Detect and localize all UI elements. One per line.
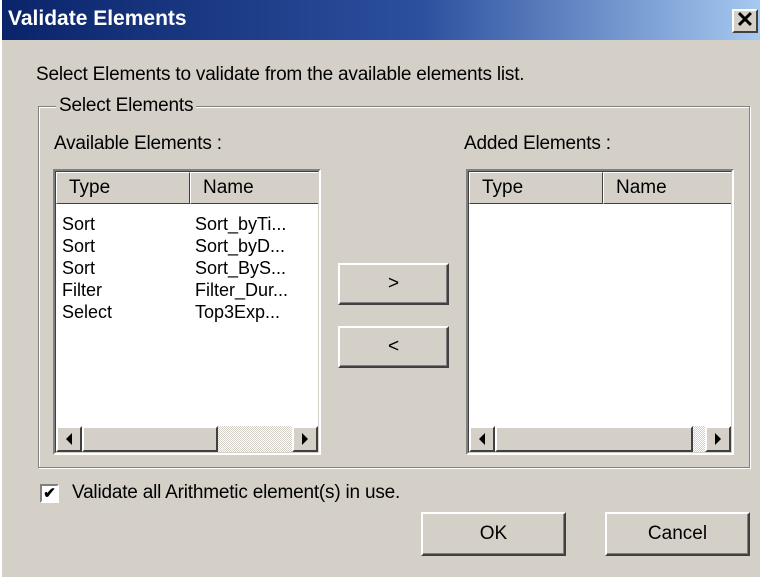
horizontal-scrollbar[interactable] — [469, 426, 731, 452]
column-header-name[interactable]: Name — [603, 172, 731, 204]
scroll-right-button[interactable] — [292, 426, 318, 452]
added-elements-list[interactable]: Type Name — [466, 169, 734, 455]
add-element-button[interactable]: > — [338, 263, 449, 305]
item-type: Sort — [62, 214, 96, 234]
item-type: Filter — [62, 280, 102, 300]
item-name: Sort_ByS... — [195, 258, 287, 278]
item-type: Select — [62, 302, 113, 322]
close-button[interactable]: ✕ — [732, 9, 758, 33]
available-elements-list[interactable]: Type Name Sort Sort_byTi... Sort Sort_by… — [53, 169, 321, 455]
left-arrow-icon — [479, 433, 485, 445]
scroll-thumb[interactable] — [82, 426, 218, 452]
item-type: Sort — [62, 258, 96, 278]
left-arrow-icon — [66, 433, 72, 445]
item-name: Sort_byTi... — [195, 214, 287, 234]
cancel-button[interactable]: Cancel — [605, 512, 750, 556]
ok-button[interactable]: OK — [421, 512, 566, 556]
column-header-type[interactable]: Type — [469, 172, 603, 204]
list-header: Type Name — [56, 172, 318, 204]
scroll-left-button[interactable] — [469, 426, 495, 452]
title-bar[interactable]: Validate Elements ✕ — [2, 0, 760, 40]
checkmark-icon: ✔ — [43, 485, 56, 502]
added-elements-label: Added Elements : — [464, 133, 611, 154]
column-header-type[interactable]: Type — [56, 172, 190, 204]
validate-arithmetic-label[interactable]: Validate all Arithmetic element(s) in us… — [72, 482, 400, 504]
column-header-name[interactable]: Name — [190, 172, 318, 204]
available-elements-label: Available Elements : — [54, 133, 222, 154]
item-name: Top3Exp... — [195, 302, 281, 322]
scroll-thumb[interactable] — [495, 426, 693, 452]
group-label: Select Elements — [56, 95, 197, 117]
right-arrow-icon — [715, 433, 721, 445]
item-type: Sort — [62, 236, 96, 256]
close-icon: ✕ — [735, 7, 755, 32]
horizontal-scrollbar[interactable] — [56, 426, 318, 452]
scroll-left-button[interactable] — [56, 426, 82, 452]
scroll-right-button[interactable] — [705, 426, 731, 452]
item-name: Sort_byD... — [195, 236, 286, 256]
list-header: Type Name — [469, 172, 731, 204]
right-arrow-icon — [302, 433, 308, 445]
instructions-text: Select Elements to validate from the ava… — [36, 64, 525, 85]
item-name: Filter_Dur... — [195, 280, 289, 300]
validate-elements-dialog: Validate Elements ✕ Select Elements to v… — [0, 0, 760, 577]
window-title: Validate Elements — [8, 7, 187, 30]
validate-arithmetic-checkbox[interactable]: ✔ — [40, 484, 59, 503]
remove-element-button[interactable]: < — [338, 326, 449, 368]
